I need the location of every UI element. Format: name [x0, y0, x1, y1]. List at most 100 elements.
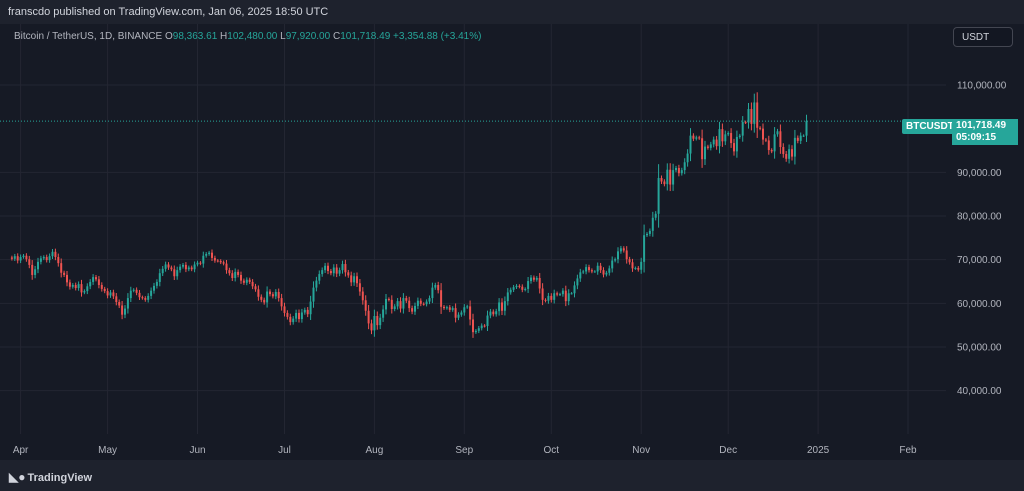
- currency-button[interactable]: USDT: [953, 27, 1013, 47]
- tradingview-logo[interactable]: ◣● TradingView: [9, 470, 92, 484]
- candle-body: [573, 285, 576, 294]
- candle-body: [480, 325, 483, 329]
- candle-body: [31, 264, 34, 275]
- candle-body: [376, 315, 379, 326]
- candle-body: [431, 287, 434, 299]
- candle-body: [730, 133, 733, 144]
- candle-body: [712, 139, 715, 145]
- candle-body: [518, 285, 521, 287]
- candle-body: [234, 271, 237, 279]
- candle-body: [646, 233, 648, 236]
- bar-countdown: 05:09:15: [956, 132, 997, 143]
- candle-body: [472, 319, 474, 333]
- candle-body: [648, 230, 651, 234]
- candle-body: [77, 284, 80, 289]
- candle-body: [402, 298, 405, 309]
- candle-body: [747, 109, 750, 123]
- candle-body: [527, 281, 530, 289]
- symbol-price-tag: BTCUSDT: [902, 119, 958, 134]
- candle-body: [579, 272, 582, 279]
- candle-body: [222, 262, 225, 264]
- candle-body: [216, 260, 219, 262]
- candle-body: [361, 291, 364, 301]
- candle-body: [759, 127, 762, 129]
- candle-body: [559, 294, 561, 296]
- candle-body: [666, 169, 669, 185]
- candle-body: [767, 140, 770, 151]
- candle-body: [634, 267, 637, 269]
- candle-body: [779, 131, 782, 148]
- candle-body: [225, 263, 228, 271]
- candle-body: [721, 129, 724, 142]
- candle-body: [727, 133, 730, 135]
- candle-body: [254, 286, 257, 290]
- candle-body: [173, 269, 176, 277]
- candle-body: [443, 306, 445, 309]
- candle-body: [266, 291, 269, 303]
- candle-body: [109, 292, 112, 296]
- candle-body: [704, 146, 706, 160]
- candle-body: [161, 268, 164, 274]
- candle-body: [393, 306, 396, 310]
- candle-body: [541, 288, 544, 300]
- candle-body: [588, 267, 590, 271]
- candle-body: [208, 252, 211, 254]
- candle-body: [353, 276, 356, 283]
- candle-body: [274, 291, 277, 297]
- candle-body: [582, 271, 585, 273]
- candle-body: [190, 267, 193, 270]
- candle-body: [283, 306, 286, 313]
- candle-body: [193, 264, 196, 270]
- price-chart[interactable]: 110,000.00 90,000.00 80,000.00 70,000.00 60,…: [0, 24, 1024, 460]
- candle-body: [692, 135, 695, 139]
- candle-body: [741, 122, 744, 136]
- candle-body: [34, 269, 37, 275]
- candle-body: [530, 277, 532, 282]
- candle-body: [416, 300, 419, 306]
- candle-body: [124, 308, 126, 315]
- candle-body: [532, 277, 535, 280]
- x-tick-label: Sep: [455, 445, 473, 456]
- candle-body: [387, 298, 390, 300]
- last-price-tag: 101,718.49 05:09:15: [952, 119, 1018, 145]
- candle-body: [706, 146, 709, 148]
- candle-body: [144, 298, 147, 300]
- candle-body: [182, 264, 184, 267]
- candle-body: [54, 251, 57, 258]
- candle-body: [306, 309, 309, 315]
- candle-body: [132, 289, 135, 291]
- candle-body: [408, 300, 411, 309]
- candle-body: [97, 279, 100, 285]
- candle-body: [698, 137, 701, 139]
- candle-body: [28, 259, 31, 265]
- candle-body: [680, 170, 683, 174]
- candle-body: [686, 153, 689, 163]
- candle-body: [51, 251, 54, 257]
- candle-body: [622, 248, 625, 251]
- candle-body: [80, 284, 83, 293]
- candle-body: [437, 284, 440, 291]
- candle-body: [782, 147, 785, 154]
- candle-body: [735, 136, 738, 152]
- candle-body: [219, 260, 222, 263]
- candle-body: [744, 122, 747, 124]
- candle-body: [289, 316, 292, 323]
- candle-body: [263, 299, 266, 303]
- candle-body: [733, 143, 735, 152]
- candle-body: [213, 257, 216, 261]
- y-tick-label: 110,000.00: [957, 80, 1007, 91]
- candle-body: [608, 268, 611, 273]
- candle-body: [318, 274, 321, 281]
- candle-body: [474, 330, 477, 333]
- candle-body: [329, 271, 332, 274]
- y-tick-label: 70,000.00: [957, 255, 1002, 266]
- candle-body: [625, 250, 628, 260]
- candle-body: [788, 149, 791, 159]
- candle-body: [205, 253, 208, 256]
- y-tick-label: 90,000.00: [957, 168, 1002, 179]
- candle-body: [112, 292, 115, 297]
- candle-body: [115, 296, 118, 303]
- candle-body: [277, 291, 280, 299]
- candle-body: [231, 273, 234, 279]
- candle-body: [106, 291, 109, 296]
